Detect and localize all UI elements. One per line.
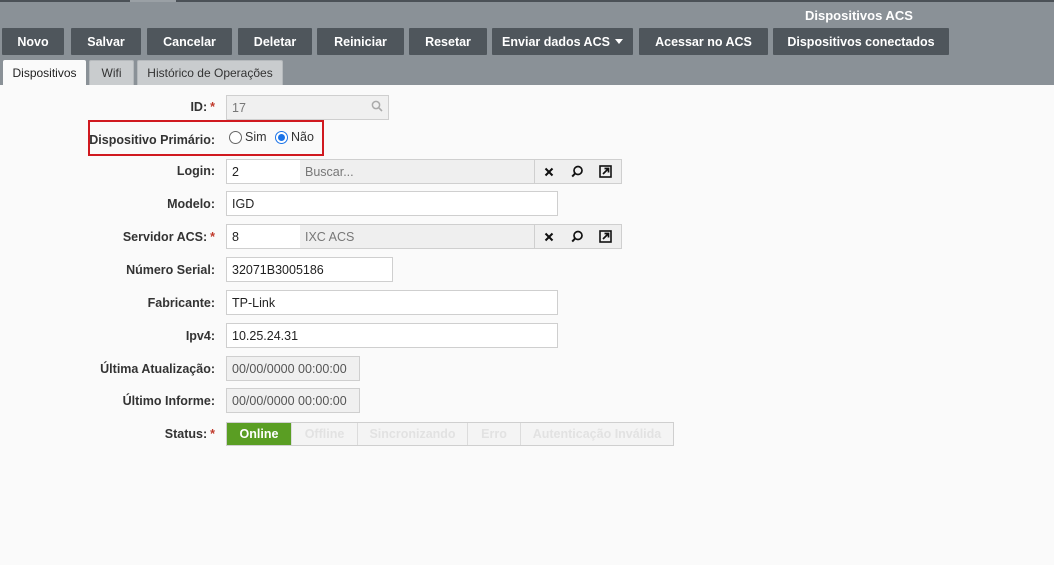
servidor-acs-label: Servidor ACS: * (122, 230, 215, 244)
modelo-input[interactable]: IGD (226, 191, 558, 216)
login-search-input[interactable]: Buscar... (300, 159, 535, 184)
login-id-input[interactable]: 2 (226, 159, 301, 184)
status-erro[interactable]: Erro (468, 423, 521, 445)
radio-nao-label: Não (291, 130, 314, 144)
fabricante-label: Fabricante: (147, 296, 215, 310)
resetar-button[interactable]: Resetar (409, 28, 487, 55)
id-field[interactable]: 17 (226, 95, 389, 120)
search-icon[interactable] (563, 224, 591, 249)
window-title: Dispositivos ACS (805, 8, 913, 23)
ipv4-input[interactable]: 10.25.24.31 (226, 323, 558, 348)
acessar-no-acs-button[interactable]: Acessar no ACS (639, 28, 768, 55)
tab-historico-operacoes[interactable]: Histórico de Operações (137, 60, 283, 85)
radio-sim-circle[interactable] (229, 130, 242, 144)
serial-label: Número Serial: (126, 263, 215, 277)
header-edge-notch (130, 0, 176, 2)
required-mark: * (210, 230, 215, 244)
dispositivos-conectados-button[interactable]: Dispositivos conectados (773, 28, 949, 55)
radio-sim[interactable]: Sim (229, 130, 267, 144)
id-label: ID: * (190, 100, 215, 114)
ultima-atualizacao-label: Última Atualização: (100, 362, 215, 376)
servidor-lookup-actions (535, 224, 622, 249)
status-label: Status: * (164, 427, 215, 441)
login-lookup-actions (535, 159, 622, 184)
fabricante-input[interactable]: TP-Link (226, 290, 558, 315)
novo-button[interactable]: Novo (2, 28, 64, 55)
radio-sim-label: Sim (245, 130, 267, 144)
servidor-acs-display[interactable]: IXC ACS (300, 224, 535, 249)
radio-nao[interactable]: Não (275, 130, 314, 144)
servidor-acs-id-input[interactable]: 8 (226, 224, 301, 249)
id-value: 17 (232, 100, 246, 115)
cancelar-button[interactable]: Cancelar (147, 28, 232, 55)
tab-wifi[interactable]: Wifi (89, 60, 134, 85)
status-segmented-control: Online Offline Sincronizando Erro Autent… (226, 422, 674, 446)
primario-label: Dispositivo Primário: (89, 133, 215, 147)
reiniciar-button[interactable]: Reiniciar (317, 28, 404, 55)
ipv4-label: Ipv4: (185, 329, 215, 343)
serial-input[interactable]: 32071B3005186 (226, 257, 393, 282)
ultimo-informe-field: 00/00/0000 00:00:00 (226, 388, 360, 413)
salvar-button[interactable]: Salvar (71, 28, 141, 55)
required-mark: * (210, 427, 215, 441)
required-mark: * (210, 100, 215, 114)
top-header: Dispositivos ACS Novo Salvar Cancelar De… (0, 0, 1054, 85)
close-icon[interactable] (535, 159, 563, 184)
tab-dispositivos[interactable]: Dispositivos (3, 60, 86, 85)
status-online[interactable]: Online (227, 423, 292, 445)
ultimo-informe-label: Último Informe: (122, 394, 215, 408)
external-link-icon[interactable] (591, 224, 619, 249)
caret-down-icon (614, 39, 623, 44)
deletar-button[interactable]: Deletar (238, 28, 312, 55)
ultima-atualizacao-field: 00/00/0000 00:00:00 (226, 356, 360, 381)
login-label: Login: (176, 164, 215, 178)
status-autenticacao-invalida[interactable]: Autenticação Inválida (521, 423, 673, 445)
external-link-icon[interactable] (591, 159, 619, 184)
modelo-label: Modelo: (167, 197, 215, 211)
close-icon[interactable] (535, 224, 563, 249)
status-offline[interactable]: Offline (292, 423, 358, 445)
enviar-dados-acs-label: Enviar dados ACS (502, 34, 610, 49)
search-icon[interactable] (563, 159, 591, 184)
search-icon[interactable] (371, 100, 383, 115)
radio-nao-circle[interactable] (275, 130, 288, 144)
status-sincronizando[interactable]: Sincronizando (358, 423, 468, 445)
enviar-dados-acs-button[interactable]: Enviar dados ACS (492, 28, 633, 55)
